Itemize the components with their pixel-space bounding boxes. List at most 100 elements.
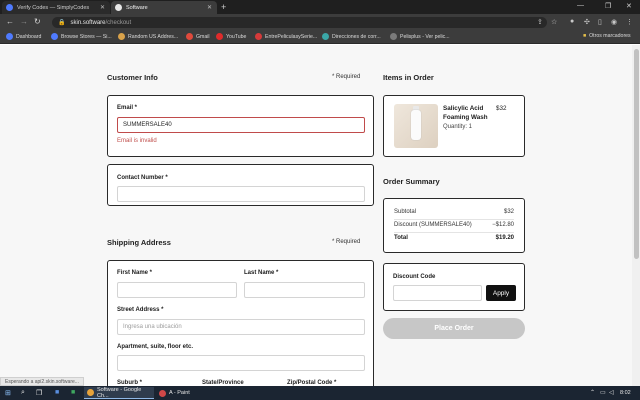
order-summary-card: Subtotal $32 Discount (SUMMERSALE40) −$1… bbox=[383, 198, 525, 253]
apartment-label: Apartment, suite, floor etc. bbox=[117, 344, 194, 350]
close-tab-icon[interactable]: ✕ bbox=[207, 4, 212, 11]
menu-kebab-icon[interactable]: ⋮ bbox=[626, 18, 633, 26]
close-window-button[interactable]: ✕ bbox=[626, 2, 632, 10]
folder-icon: ■ bbox=[583, 33, 587, 39]
other-bookmarks-label: Otros marcadores bbox=[589, 33, 631, 39]
bookmark-label: YouTube bbox=[226, 33, 247, 40]
address-path: /checkout bbox=[105, 19, 132, 26]
shipping-card: First Name * Last Name * Street Address … bbox=[107, 260, 374, 386]
youtube-icon bbox=[216, 33, 223, 40]
lock-icon: 🔒 bbox=[58, 20, 66, 26]
items-in-order-title: Items in Order bbox=[383, 73, 434, 82]
paint-icon bbox=[159, 389, 166, 397]
chrome-icon bbox=[87, 389, 94, 396]
email-field[interactable]: SUMMERSALE40 bbox=[117, 117, 365, 133]
last-name-field[interactable] bbox=[244, 282, 365, 298]
extensions-puzzle-icon[interactable]: ✣ bbox=[584, 18, 590, 26]
apartment-field[interactable] bbox=[117, 355, 365, 371]
last-name-label: Last Name * bbox=[244, 270, 279, 276]
bookmarks-bar: Dashboard Browse Stores — Si... Random U… bbox=[0, 31, 640, 44]
email-error: Email is invalid bbox=[117, 138, 157, 144]
excel-icon[interactable]: ■ bbox=[71, 389, 75, 396]
profile-avatar-icon[interactable]: ◉ bbox=[611, 18, 617, 26]
task-view-icon[interactable]: ❐ bbox=[36, 389, 42, 397]
bookmark-item[interactable]: Direcciones de corr... bbox=[322, 33, 381, 40]
address-bar[interactable]: 🔒 skin.software/checkout bbox=[52, 17, 547, 28]
street-address-label: Street Address * bbox=[117, 307, 164, 313]
new-tab-button[interactable]: + bbox=[221, 2, 226, 12]
item-quantity: Quantity: 1 bbox=[443, 124, 473, 130]
software-favicon-icon bbox=[115, 4, 122, 11]
extension-circle-icon[interactable]: ● bbox=[570, 18, 574, 25]
discount-label: Discount (SUMMERSALE40) bbox=[394, 222, 472, 228]
share-icon[interactable]: ⇪ bbox=[537, 18, 543, 26]
back-button[interactable]: ← bbox=[6, 17, 14, 26]
tab-title: Software bbox=[126, 4, 148, 11]
total-row: Total $19.20 bbox=[394, 235, 514, 241]
bookmark-favicon-icon bbox=[322, 33, 329, 40]
taskbar-app-chrome[interactable]: Software - Google Ch... bbox=[84, 387, 154, 399]
bookmark-item[interactable]: Gmail bbox=[186, 33, 210, 40]
address-host: skin.software bbox=[70, 19, 106, 26]
contact-number-field[interactable] bbox=[117, 186, 365, 202]
taskbar-clock[interactable]: 8:02 bbox=[620, 390, 631, 396]
email-card: Email * SUMMERSALE40 Email is invalid bbox=[107, 95, 374, 157]
subtotal-value: $32 bbox=[503, 209, 514, 215]
bookmark-label: Direcciones de corr... bbox=[332, 33, 381, 40]
network-icon[interactable]: ▭ bbox=[600, 389, 606, 396]
windows-start-icon[interactable]: ⊞ bbox=[5, 389, 11, 397]
item-name-line2: Foaming Wash bbox=[443, 114, 488, 121]
bookmark-item[interactable]: Pelisplus - Ver pelic... bbox=[390, 33, 450, 40]
place-order-button[interactable]: Place Order bbox=[383, 318, 525, 339]
status-link-bubble: Esperando a api2.skin.software... bbox=[0, 377, 84, 386]
product-image bbox=[394, 104, 438, 148]
apply-button[interactable]: Apply bbox=[486, 285, 516, 301]
email-value: SUMMERSALE40 bbox=[123, 122, 172, 128]
bookmark-star-icon[interactable]: ☆ bbox=[551, 18, 557, 26]
required-note: * Required bbox=[332, 239, 361, 245]
bookmark-item[interactable]: EntrePeliculasySerie... bbox=[255, 33, 317, 40]
street-address-placeholder: Ingresa una ubicación bbox=[123, 324, 182, 330]
gmail-icon bbox=[186, 33, 193, 40]
contact-card: Contact Number * bbox=[107, 164, 374, 206]
search-icon[interactable]: ⌕ bbox=[21, 389, 25, 397]
item-name-line1: Salicylic Acid bbox=[443, 105, 484, 112]
scrollbar-thumb[interactable] bbox=[633, 49, 639, 259]
order-item-card: Salicylic Acid Foaming Wash $32 Quantity… bbox=[383, 95, 525, 157]
order-summary-title: Order Summary bbox=[383, 177, 440, 186]
taskbar-app-paint[interactable]: A - Paint bbox=[156, 387, 216, 399]
tab-software[interactable]: Software ✕ bbox=[111, 1, 217, 14]
tab-verify-codes[interactable]: Verify Codes — SimplyCodes ✕ bbox=[2, 1, 110, 14]
word-icon[interactable]: ■ bbox=[55, 389, 59, 396]
bookmark-label: Random US Addres... bbox=[128, 33, 179, 40]
discount-row: Discount (SUMMERSALE40) −$12.80 bbox=[394, 222, 514, 228]
customer-info-title: Customer Info bbox=[107, 73, 158, 82]
bookmark-item[interactable]: Browse Stores — Si... bbox=[51, 33, 112, 40]
bookmark-favicon-icon bbox=[6, 33, 13, 40]
discount-code-field[interactable] bbox=[393, 285, 482, 301]
summary-divider bbox=[394, 219, 514, 220]
maximize-button[interactable]: ❐ bbox=[605, 2, 611, 10]
browser-toolbar: ← → ↻ 🔒 skin.software/checkout ⇪ ☆ ● ✣ ▯… bbox=[0, 14, 640, 31]
shipping-address-title: Shipping Address bbox=[107, 238, 171, 247]
other-bookmarks[interactable]: ■ Otros marcadores bbox=[583, 33, 631, 39]
side-panel-icon[interactable]: ▯ bbox=[598, 18, 602, 26]
first-name-field[interactable] bbox=[117, 282, 237, 298]
minimize-button[interactable]: — bbox=[577, 2, 584, 9]
first-name-label: First Name * bbox=[117, 270, 153, 276]
page-scrollbar[interactable] bbox=[632, 45, 640, 386]
bookmark-favicon-icon bbox=[255, 33, 262, 40]
bookmark-item[interactable]: YouTube bbox=[216, 33, 246, 40]
required-note: * Required bbox=[332, 74, 361, 80]
bookmark-item[interactable]: Random US Addres... bbox=[118, 33, 178, 40]
volume-icon[interactable]: ◁ bbox=[609, 389, 614, 396]
tray-chevron-icon[interactable]: ⌃ bbox=[590, 389, 595, 396]
bookmark-label: EntrePeliculasySerie... bbox=[265, 33, 318, 40]
reload-button[interactable]: ↻ bbox=[34, 17, 41, 26]
bookmark-label: Pelisplus - Ver pelic... bbox=[400, 33, 450, 40]
street-address-field[interactable]: Ingresa una ubicación bbox=[117, 319, 365, 335]
close-tab-icon[interactable]: ✕ bbox=[100, 4, 105, 11]
forward-button[interactable]: → bbox=[20, 17, 28, 26]
tab-strip: Verify Codes — SimplyCodes ✕ Software ✕ … bbox=[0, 0, 640, 14]
bookmark-item[interactable]: Dashboard bbox=[6, 33, 41, 40]
